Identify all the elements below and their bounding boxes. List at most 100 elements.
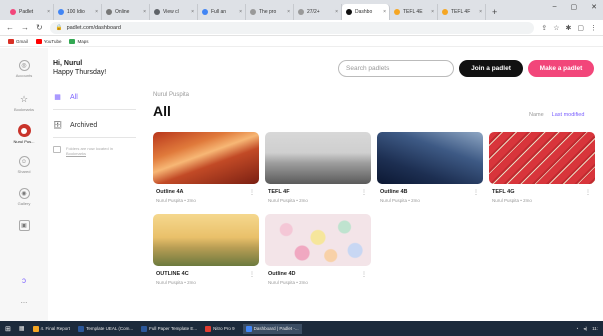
rail-item-bookmarks[interactable]: ☆ Bookmarks <box>0 94 48 112</box>
padlet-card[interactable]: Outline 4D Nurul Puspita • 2mo ⋮ <box>265 214 371 285</box>
help-icon: ↄ <box>22 276 26 285</box>
rail-item-accounts[interactable]: ◎ Accounts <box>0 60 48 78</box>
kebab-menu-icon[interactable]: ⋮ <box>473 189 479 196</box>
filter-archived[interactable]: 🗄 Archived <box>53 118 138 132</box>
tab-close-icon[interactable]: × <box>143 9 146 15</box>
padlet-card[interactable]: Outline 4B Nurul Puspita • 2mo ⋮ <box>377 132 483 203</box>
app-icon <box>205 325 212 332</box>
rail-item-shared[interactable]: ☺ Shared <box>0 156 48 174</box>
rail-more[interactable]: ... <box>0 296 48 305</box>
tab-label: View cl <box>163 9 179 15</box>
sort-modified-link[interactable]: Last modified <box>552 112 585 118</box>
tab-label: Padlet <box>19 9 34 15</box>
sort-name-link[interactable]: Name <box>529 112 544 118</box>
padlet-owner: Nurul Puspita • 2mo <box>268 198 308 203</box>
kebab-menu-icon[interactable]: ⋮ <box>585 189 591 196</box>
bookmarks-link[interactable]: Bookmarks <box>66 151 86 156</box>
browser-tab[interactable]: Full an × <box>198 4 246 20</box>
close-window-icon[interactable]: ✕ <box>591 3 597 11</box>
filter-all[interactable]: ▦ All <box>53 90 138 104</box>
tab-favicon-icon <box>298 9 304 15</box>
tab-close-icon[interactable]: × <box>239 9 242 15</box>
tab-close-icon[interactable]: × <box>47 9 50 15</box>
taskbar-app-label: Dashboard | Padlet -... <box>253 326 299 331</box>
grid-icon: ▦ <box>54 94 61 101</box>
browser-tab[interactable]: Dashbo × <box>342 4 390 20</box>
kebab-menu-icon[interactable]: ⋮ <box>249 271 255 278</box>
star-icon[interactable]: ☆ <box>553 24 559 32</box>
windows-start-icon[interactable]: ⊞ <box>5 325 11 333</box>
bookmark-item[interactable]: Maps <box>69 38 88 44</box>
browser-tab[interactable]: The pro × <box>246 4 294 20</box>
tab-close-icon[interactable]: × <box>431 9 434 15</box>
kebab-menu-icon[interactable]: ⋮ <box>361 271 367 278</box>
url-field[interactable]: 🔒 padlet.com/dashboard <box>49 21 535 34</box>
padlet-thumbnail <box>265 132 371 184</box>
forward-icon[interactable]: → <box>21 23 29 32</box>
rail-label: Shared <box>17 169 31 174</box>
search-placeholder: Search padlets <box>346 65 390 72</box>
bookmark-item[interactable]: YouTube <box>35 38 61 44</box>
browser-tab[interactable]: View cl × <box>150 4 198 20</box>
taskbar-app[interactable]: Template UEAL (Com... <box>78 325 133 332</box>
window-controls: – ▢ ✕ <box>553 3 597 11</box>
share-icon[interactable]: ⇪ <box>541 24 547 32</box>
maximize-icon[interactable]: ▢ <box>571 3 578 11</box>
tab-close-icon[interactable]: × <box>479 9 482 15</box>
rail-item-extra[interactable]: ▣ <box>0 220 48 231</box>
browser-tab[interactable]: 100 Idio × <box>54 4 102 20</box>
browser-tab[interactable]: Online × <box>102 4 150 20</box>
padlet-thumbnail <box>153 214 259 266</box>
avatar <box>17 124 31 137</box>
taskbar-app[interactable]: Full Paper Template E... <box>141 325 198 332</box>
back-icon[interactable]: ← <box>6 23 14 32</box>
browser-tab[interactable]: TEFL 4F × <box>438 4 486 20</box>
kebab-menu-icon[interactable]: ⋮ <box>361 189 367 196</box>
tab-close-icon[interactable]: × <box>95 9 98 15</box>
browser-tab[interactable]: TEFL 4E × <box>390 4 438 20</box>
padlet-owner: Nurul Puspita • 2mo <box>380 198 420 203</box>
tab-favicon-icon <box>346 9 352 15</box>
tab-close-icon[interactable]: × <box>335 9 338 15</box>
rail-item-gallery[interactable]: ◉ Gallery <box>0 188 48 206</box>
network-icon[interactable]: ◔ <box>576 326 579 332</box>
taskbar-app[interactable]: 4. Final Report <box>32 325 71 332</box>
rail-item-help[interactable]: ↄ <box>0 276 48 285</box>
tab-close-icon[interactable]: × <box>287 9 290 15</box>
menu-dots-icon[interactable]: ⋮ <box>590 24 597 32</box>
page-title: All <box>153 103 171 119</box>
bookmark-label: Gmail <box>16 38 28 44</box>
taskbar-app[interactable]: Dashboard | Padlet -... <box>242 323 302 334</box>
search-taskbar-icon[interactable]: ▦ <box>19 325 25 332</box>
make-padlet-button[interactable]: Make a padlet <box>528 60 594 77</box>
volume-icon[interactable]: ◂) <box>583 326 587 332</box>
search-input[interactable]: Search padlets <box>338 60 454 77</box>
bookmark-item[interactable]: Gmail <box>8 38 28 44</box>
padlet-card[interactable]: Outline 4A Nurul Puspita • 2mo ⋮ <box>153 132 259 203</box>
padlet-thumbnail <box>377 132 483 184</box>
taskbar-app-label: Full Paper Template E... <box>149 326 198 331</box>
padlet-card[interactable]: OUTLINE 4C Nurul Puspita • 2mo ⋮ <box>153 214 259 285</box>
padlet-title: Outline 4A <box>156 189 184 195</box>
kebab-menu-icon[interactable]: ⋮ <box>249 189 255 196</box>
browser-tab[interactable]: Padlet × <box>6 4 54 20</box>
padlet-card[interactable]: TEFL 4G Nurul Puspita • 2mo ⋮ <box>489 132 595 203</box>
app-icon <box>78 325 85 332</box>
browser-tab[interactable]: 27/2+ × <box>294 4 342 20</box>
tab-favicon-icon <box>442 9 448 15</box>
new-tab-button[interactable]: + <box>486 4 503 20</box>
minimize-icon[interactable]: – <box>553 3 557 11</box>
taskbar-app[interactable]: Nitro Pro 9 <box>205 325 235 332</box>
padlet-card[interactable]: TEFL 4F Nurul Puspita • 2mo ⋮ <box>265 132 371 203</box>
tab-favicon-icon <box>250 9 256 15</box>
sidebar-icon[interactable]: ▢ <box>577 24 584 32</box>
tab-close-icon[interactable]: × <box>191 9 194 15</box>
join-padlet-button[interactable]: Join a padlet <box>459 60 523 77</box>
puzzle-icon[interactable]: ✱ <box>566 24 572 32</box>
taskbar-app-label: 4. Final Report <box>40 326 71 331</box>
reload-icon[interactable]: ↻ <box>36 23 43 32</box>
tab-close-icon[interactable]: × <box>383 9 386 15</box>
rail-label: Accounts <box>15 73 33 78</box>
rail-item-profile[interactable]: Nurul Pus... <box>0 124 48 144</box>
clock[interactable]: 11: <box>592 326 598 332</box>
